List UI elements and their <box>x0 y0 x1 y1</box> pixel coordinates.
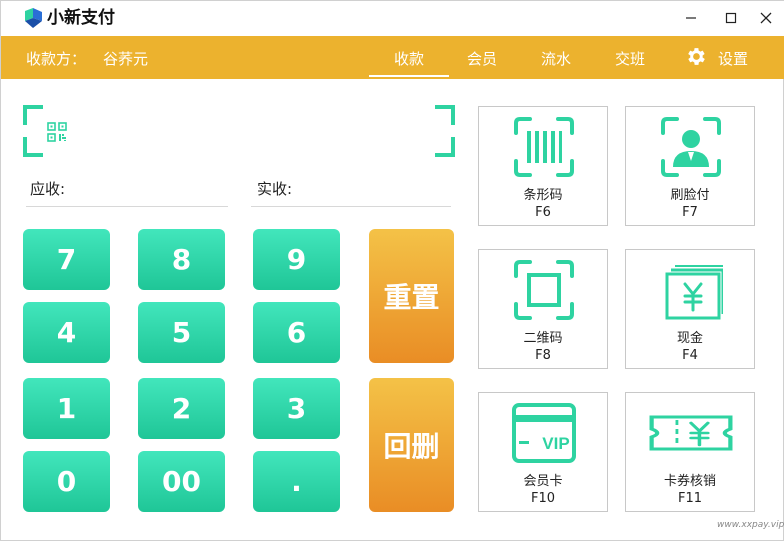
scan-corner <box>435 137 455 157</box>
pay-method-hotkey: F11 <box>677 491 703 506</box>
key-7[interactable]: 7 <box>23 229 110 290</box>
scan-corner <box>23 137 43 157</box>
pay-barcode-button[interactable]: 条形码 F6 <box>478 106 608 226</box>
scan-code-area[interactable] <box>23 105 455 157</box>
nav-bar: 收款方： 谷荞元 收款 会员 流水 交班 设置 <box>1 36 784 79</box>
tab-transactions[interactable]: 流水 <box>540 48 572 69</box>
app-logo-icon <box>25 8 42 28</box>
pay-method-hotkey: F6 <box>535 205 551 220</box>
payee-value: 谷荞元 <box>103 50 149 68</box>
qr-code-icon <box>47 122 67 142</box>
vip-card-icon: VIP <box>512 403 576 463</box>
key-decimal-point[interactable]: . <box>253 451 340 512</box>
reset-button[interactable]: 重置 <box>369 229 454 363</box>
scan-corner <box>435 105 455 125</box>
key-5[interactable]: 5 <box>138 302 225 363</box>
minimize-button[interactable] <box>671 1 711 35</box>
pay-method-name: 现金 <box>676 331 703 346</box>
pay-vip-card-button[interactable]: VIP 会员卡 F10 <box>478 392 608 512</box>
key-8[interactable]: 8 <box>138 229 225 290</box>
tab-shift-handover[interactable]: 交班 <box>614 48 646 69</box>
key-9[interactable]: 9 <box>253 229 340 290</box>
pay-method-hotkey: F7 <box>682 205 698 220</box>
close-button[interactable] <box>746 1 784 35</box>
watermark: www.xxpay.vip <box>717 520 784 530</box>
maximize-button[interactable] <box>711 1 751 35</box>
scan-corner <box>23 105 43 125</box>
pay-qrcode-button[interactable]: 二维码 F8 <box>478 249 608 369</box>
vip-card-icon-text: VIP <box>542 434 569 453</box>
key-00[interactable]: 00 <box>138 451 225 512</box>
pay-cash-button[interactable]: 现金 F4 <box>625 249 755 369</box>
coupon-icon <box>649 415 733 451</box>
payee-label: 收款方： <box>26 50 87 68</box>
key-0[interactable]: 0 <box>23 451 110 512</box>
key-2[interactable]: 2 <box>138 378 225 439</box>
barcode-icon <box>514 117 574 177</box>
pay-method-name: 会员卡 <box>523 474 563 489</box>
amount-due-label: 应收: <box>30 180 66 198</box>
gear-icon[interactable] <box>684 45 707 68</box>
close-icon <box>760 12 772 24</box>
title-bar: 小新支付 <box>1 1 784 36</box>
backspace-button[interactable]: 回删 <box>369 378 454 512</box>
key-3[interactable]: 3 <box>253 378 340 439</box>
pay-coupon-button[interactable]: 卡券核销 F11 <box>625 392 755 512</box>
qr-scan-icon <box>514 260 574 320</box>
pay-method-hotkey: F8 <box>535 348 551 363</box>
tab-member[interactable]: 会员 <box>466 48 498 69</box>
pay-method-name: 刷脸付 <box>670 188 710 203</box>
pay-method-name: 卡券核销 <box>663 474 716 489</box>
pay-method-hotkey: F10 <box>530 491 556 506</box>
key-1[interactable]: 1 <box>23 378 110 439</box>
cash-icon <box>665 265 723 320</box>
minimize-icon <box>686 17 696 19</box>
pay-method-hotkey: F4 <box>682 348 698 363</box>
amount-received-field[interactable] <box>251 206 451 207</box>
pay-method-name: 二维码 <box>523 331 563 346</box>
amount-due-field[interactable] <box>26 206 228 207</box>
pay-method-name: 条形码 <box>523 188 563 203</box>
pay-face-button[interactable]: 刷脸付 F7 <box>625 106 755 226</box>
tab-settings[interactable]: 设置 <box>717 48 749 69</box>
app-title: 小新支付 <box>47 8 115 28</box>
amount-received-label: 实收: <box>257 180 293 198</box>
key-6[interactable]: 6 <box>253 302 340 363</box>
key-4[interactable]: 4 <box>23 302 110 363</box>
maximize-icon <box>725 12 737 24</box>
face-pay-icon <box>661 117 721 177</box>
app-window: 小新支付 收款方： 谷荞元 收款 会员 流水 交班 设置 应收: 实收: 7 8… <box>0 0 784 541</box>
tab-checkout[interactable]: 收款 <box>369 48 449 77</box>
